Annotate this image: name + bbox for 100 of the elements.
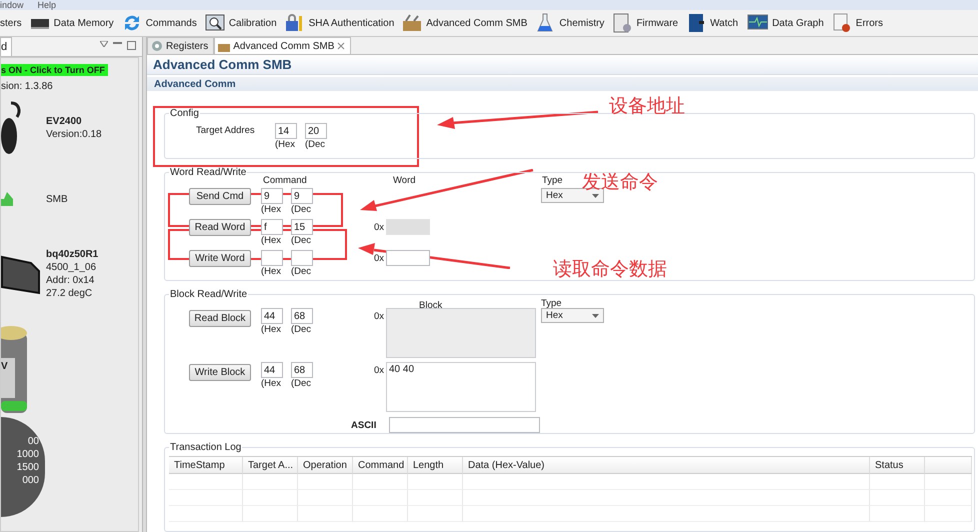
column-header: Word <box>393 175 417 187</box>
hex-field[interactable]: f <box>261 219 283 235</box>
dec-field[interactable]: 20 <box>305 123 327 139</box>
gauge-tick-label: 1500 <box>16 461 39 474</box>
field-caption: (Dec <box>291 324 312 336</box>
dec-field[interactable]: 9 <box>291 188 313 204</box>
column-header: Data (Hex-Value) <box>463 457 870 474</box>
device-info: Addr: 0x14 <box>46 274 96 287</box>
toolbar-button[interactable]: Commands <box>122 13 197 33</box>
toolbar-button[interactable]: Advanced Comm SMB <box>402 13 528 33</box>
word-field[interactable] <box>386 250 430 266</box>
group-title: Config <box>169 108 200 119</box>
panel-tab[interactable]: d <box>0 37 12 56</box>
field-caption: (Dec <box>291 266 312 278</box>
ascii-field[interactable] <box>389 417 540 433</box>
action-button[interactable]: Send Cmd <box>189 188 251 205</box>
gauge-tick-label: 1000 <box>16 448 39 461</box>
device-name: bq40z50R1 <box>46 248 98 261</box>
toolbar-button[interactable]: SHA Authentication <box>284 13 394 33</box>
menu-item[interactable]: indow <box>0 0 24 10</box>
gear-icon <box>151 40 163 52</box>
device-info: 27.2 degC <box>46 287 94 300</box>
toolbar-button[interactable]: Firmware <box>612 13 678 33</box>
field-label: Type <box>542 175 563 187</box>
hex-field[interactable]: 9 <box>261 188 283 204</box>
column-header: TimeStamp <box>169 457 243 474</box>
type-dropdown[interactable]: Hex <box>541 308 604 323</box>
field-caption: (Hex <box>261 204 282 216</box>
column-header: Status <box>870 457 925 474</box>
toolbar-button[interactable]: sters <box>0 18 22 28</box>
section-header: Advanced Comm <box>147 77 978 91</box>
toolbar-button[interactable]: Watch <box>686 13 738 33</box>
page-title: Advanced Comm SMB <box>147 55 978 76</box>
hex-field[interactable]: 44 <box>261 362 283 378</box>
action-button[interactable]: Write Word <box>189 250 251 267</box>
version-text: sion: 1.3.86 <box>1 80 53 93</box>
toolbar-button[interactable]: Data Memory <box>30 13 114 33</box>
field-caption: (Dec <box>291 378 312 390</box>
block-field[interactable]: 40 40 <box>386 362 536 412</box>
editor-tab[interactable]: Registers <box>147 37 214 54</box>
dec-field[interactable]: 68 <box>291 362 313 378</box>
dec-field[interactable]: 68 <box>291 308 313 324</box>
action-button[interactable]: Read Word <box>189 219 251 236</box>
flask-icon <box>535 13 556 33</box>
toolbar-button[interactable]: Errors <box>832 13 884 33</box>
group-title: Transaction Log <box>169 442 242 453</box>
field-label: Target Addres <box>196 125 256 137</box>
menu-item[interactable]: Help <box>38 0 56 10</box>
bus-label: SMB <box>46 192 68 206</box>
toolbar-button[interactable]: Chemistry <box>535 13 604 33</box>
column-header: Command <box>263 175 308 187</box>
group-title: Block Read/Write <box>169 289 248 300</box>
hex-field[interactable]: 14 <box>275 123 297 139</box>
dec-field[interactable]: 15 <box>291 219 313 235</box>
hex-prefix: 0x <box>374 311 386 323</box>
gauge-tick-label: 000 <box>22 474 39 487</box>
hex-prefix: 0x <box>374 253 386 265</box>
field-caption: (Hex <box>275 139 296 151</box>
action-button[interactable]: Read Block <box>189 310 251 327</box>
caret-icon <box>592 314 599 318</box>
hex-prefix: 0x <box>374 365 386 377</box>
dropdown-icon[interactable] <box>100 41 108 47</box>
editor-tab[interactable]: Advanced Comm SMB <box>214 37 352 54</box>
field-caption: (Hex <box>261 324 282 336</box>
field-caption: (Dec <box>291 235 312 247</box>
table-cell <box>408 474 463 490</box>
column-header: Operation <box>298 457 353 474</box>
adapter-name: EV2400 <box>46 115 83 128</box>
table-cell <box>870 474 925 490</box>
action-button[interactable]: Write Block <box>189 364 251 381</box>
toolbar-button[interactable]: Calibration <box>204 13 277 33</box>
table-cell <box>353 474 408 490</box>
hex-field[interactable] <box>261 250 283 266</box>
gauge-tick-label: 00 <box>28 435 39 448</box>
annotation-label: 设备地址 <box>609 96 685 118</box>
field-caption: (Dec <box>305 139 326 151</box>
magnifier-screen-icon <box>204 13 225 33</box>
arrow-icon <box>1 192 13 206</box>
device-info: 4500_1_06 <box>46 261 98 274</box>
dec-field[interactable] <box>291 250 313 266</box>
annotation-label: 读取命令数据 <box>553 259 667 281</box>
group-title: Word Read/Write <box>169 167 248 178</box>
column-header: Length <box>408 457 463 474</box>
field-caption: (Hex <box>261 266 282 278</box>
column-header: Block <box>419 300 444 312</box>
toolbar-button[interactable]: Data Graph <box>746 13 824 33</box>
table-cell <box>243 474 298 490</box>
field-caption: (Dec <box>291 204 312 216</box>
battery-label: V <box>1 360 8 373</box>
field-caption: (Hex <box>261 235 282 247</box>
field-label: ASCII <box>351 420 378 432</box>
document-error-icon <box>832 13 852 33</box>
column-header <box>925 457 972 474</box>
field-caption: (Hex <box>261 378 282 390</box>
maximize-icon[interactable] <box>127 41 136 50</box>
close-icon[interactable] <box>337 42 346 50</box>
hex-field[interactable]: 44 <box>261 308 283 324</box>
adapter-version: Version:0.18 <box>46 128 102 141</box>
power-toggle-button[interactable]: s ON - Click to Turn OFF <box>1 64 108 76</box>
minimize-icon[interactable] <box>113 41 122 47</box>
